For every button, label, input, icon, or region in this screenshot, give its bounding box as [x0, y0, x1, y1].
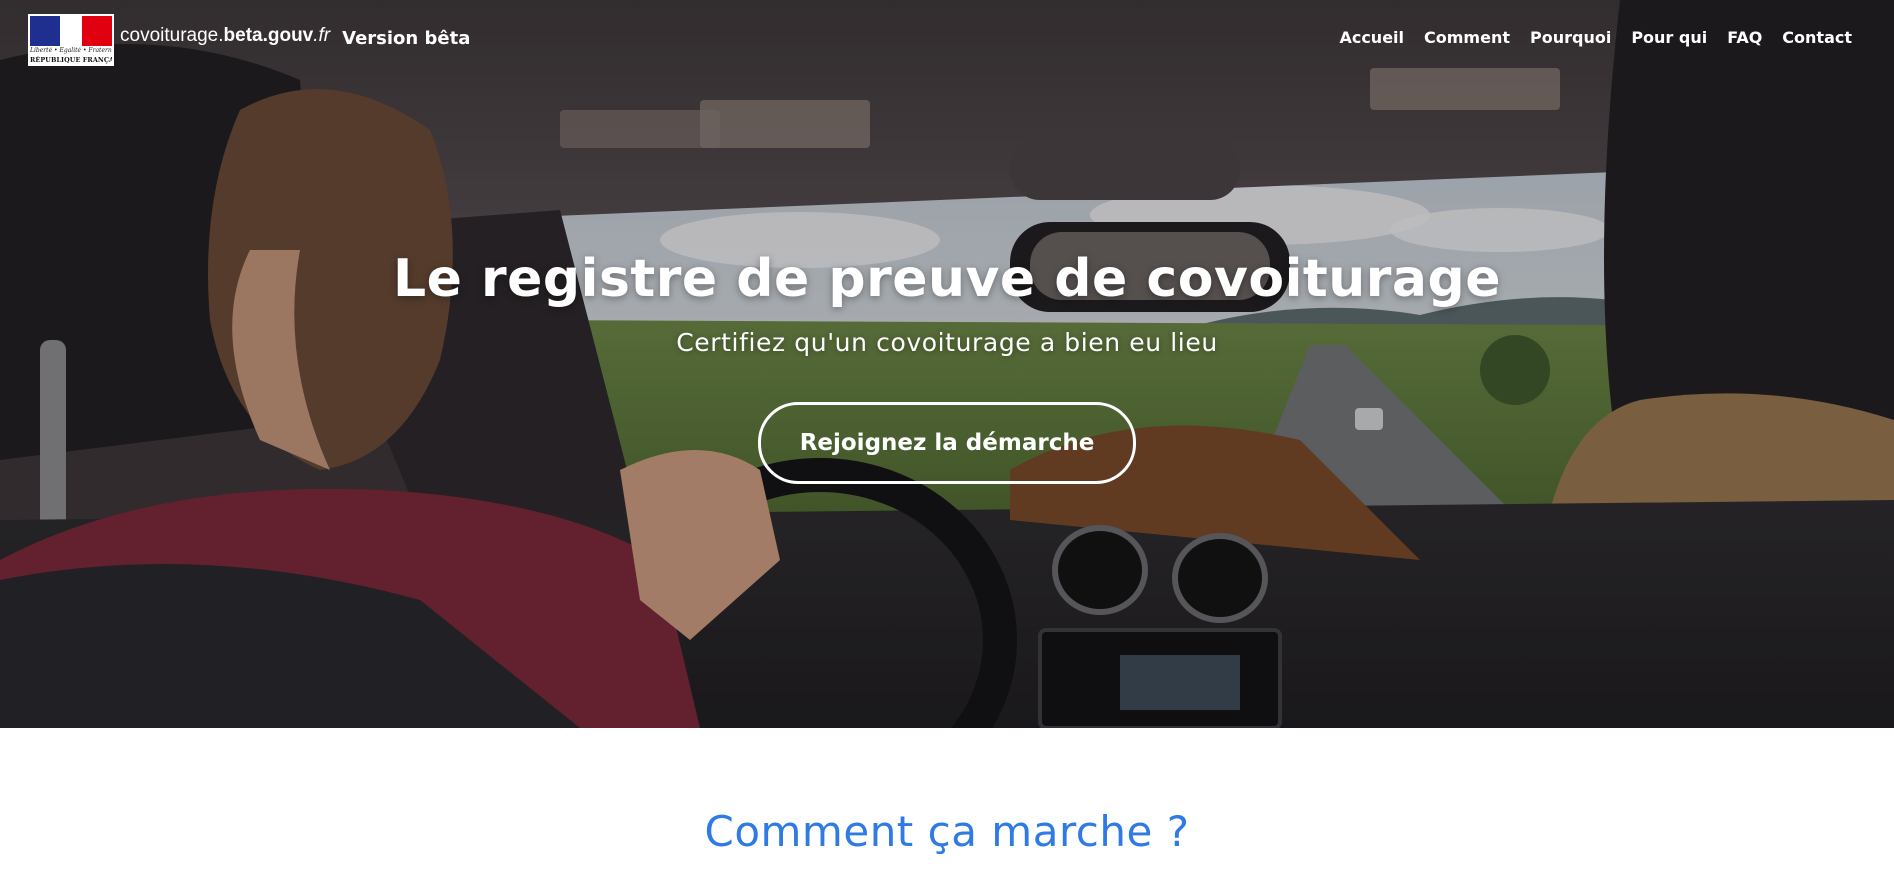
nav-item-faq[interactable]: FAQ: [1727, 28, 1762, 47]
nav-item-pour-qui[interactable]: Pour qui: [1631, 28, 1707, 47]
nav-item-pourquoi[interactable]: Pourquoi: [1530, 28, 1611, 47]
hero-content: Le registre de preuve de covoiturage Cer…: [0, 240, 1894, 484]
page: Liberté • Égalité • Fraternité RÉPUBLIQU…: [0, 0, 1894, 872]
version-beta-label: Version bêta: [342, 27, 471, 49]
hero-title: Le registre de preuve de covoiturage: [393, 249, 1501, 309]
logo-motto: Liberté • Égalité • Fraternité: [30, 47, 112, 54]
domain-part-3: .fr: [313, 25, 331, 46]
cta-wrapper: Rejoignez la démarche: [0, 360, 1894, 484]
marianne-logo-icon[interactable]: Liberté • Égalité • Fraternité RÉPUBLIQU…: [28, 14, 114, 66]
section-title-how-it-works: Comment ça marche ?: [704, 807, 1190, 856]
logo-republic-label: RÉPUBLIQUE FRANÇAISE: [30, 56, 112, 64]
join-button[interactable]: Rejoignez la démarche: [758, 402, 1136, 484]
flag-icon: [30, 16, 112, 46]
hero-section: Liberté • Égalité • Fraternité RÉPUBLIQU…: [0, 0, 1894, 728]
site-header: Liberté • Égalité • Fraternité RÉPUBLIQU…: [0, 0, 1894, 80]
nav-item-comment[interactable]: Comment: [1424, 28, 1510, 47]
hero-subtitle: Certifiez qu'un covoiturage a bien eu li…: [676, 328, 1218, 357]
nav-item-contact[interactable]: Contact: [1782, 28, 1852, 47]
brand[interactable]: Liberté • Égalité • Fraternité RÉPUBLIQU…: [28, 14, 470, 66]
site-domain-link[interactable]: covoiturage.beta.gouv.fr: [120, 25, 330, 47]
nav-item-accueil[interactable]: Accueil: [1339, 28, 1404, 47]
main-nav: Accueil Comment Pourquoi Pour qui FAQ Co…: [1339, 28, 1852, 47]
domain-part-1: covoiturage.: [120, 25, 224, 46]
domain-part-2: beta.gouv: [223, 25, 314, 46]
